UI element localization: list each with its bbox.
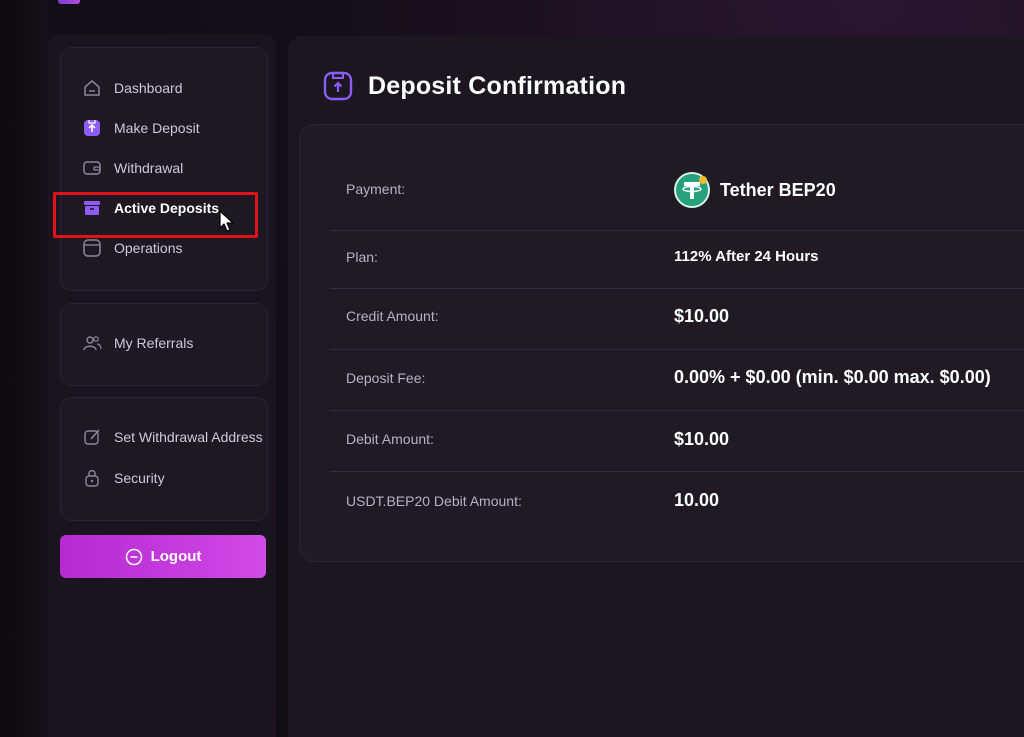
row-label: Debit Amount: <box>346 431 434 447</box>
tether-icon <box>674 172 710 208</box>
row-value: $10.00 <box>674 429 730 449</box>
page-title: Deposit Confirmation <box>368 71 627 100</box>
row-label: Plan: <box>346 249 378 265</box>
row-label: Credit Amount: <box>346 308 439 324</box>
row-value: 112% After 24 Hours <box>674 248 819 265</box>
nav-card-settings <box>60 397 268 521</box>
row-label: Deposit Fee: <box>346 370 426 386</box>
left-edge <box>0 0 48 737</box>
sidebar-item-my-referrals[interactable]: My Referrals <box>82 332 193 354</box>
logo[interactable] <box>58 0 80 4</box>
table-row: USDT.BEP20 Debit Amount: 10.00 <box>330 471 1024 531</box>
sidebar-item-label: Set Withdrawal Address <box>114 429 263 445</box>
sidebar-item-label: Make Deposit <box>114 120 200 136</box>
sidebar-item-make-deposit[interactable]: Make Deposit <box>82 117 200 139</box>
sidebar-item-label: My Referrals <box>114 335 194 351</box>
logout-button[interactable]: Logout <box>60 535 266 578</box>
table-row: Deposit Fee: 0.00% + $0.00 (min. $0.00 m… <box>330 349 1024 411</box>
table-row: Credit Amount: $10.00 <box>330 288 1024 350</box>
deposit-icon <box>323 71 353 101</box>
row-value: Tether BEP20 <box>674 172 836 208</box>
table-row: Plan: 112% After 24 Hours <box>330 230 1024 289</box>
deposit-icon <box>82 118 102 138</box>
row-value: $10.00 <box>674 306 730 326</box>
page-header: Deposit Confirmation <box>322 70 626 102</box>
sidebar-item-set-withdrawal-address[interactable]: Set Withdrawal Address <box>82 426 263 448</box>
payment-method: Tether BEP20 <box>720 179 836 200</box>
row-value: 10.00 <box>674 490 720 510</box>
logout-label: Logout <box>150 548 202 565</box>
sidebar-item-dashboard[interactable]: Dashboard <box>82 77 183 99</box>
top-bar <box>0 0 1024 30</box>
lock-icon <box>82 468 102 488</box>
operations-icon <box>82 238 102 258</box>
sidebar-item-label: Operations <box>114 240 183 256</box>
edit-icon <box>82 427 102 447</box>
wallet-icon <box>82 158 102 178</box>
row-value: 0.00% + $0.00 (min. $0.00 max. $0.00) <box>674 367 991 387</box>
logout-icon <box>125 548 142 565</box>
sidebar-item-label: Withdrawal <box>114 160 184 176</box>
sidebar-item-withdrawal[interactable]: Withdrawal <box>82 157 183 179</box>
row-label: Payment: <box>346 181 406 197</box>
table-row: Payment: Tether BEP20 <box>330 160 1024 231</box>
sidebar-item-security[interactable]: Security <box>82 467 165 489</box>
users-icon <box>82 333 102 353</box>
sidebar-item-operations[interactable]: Operations <box>82 237 182 259</box>
mouse-cursor-icon <box>219 210 234 232</box>
home-icon <box>82 78 102 98</box>
table-row: Debit Amount: $10.00 <box>330 410 1024 472</box>
sidebar-item-label: Dashboard <box>114 80 183 96</box>
sidebar-item-label: Security <box>114 470 165 486</box>
row-label: USDT.BEP20 Debit Amount: <box>346 493 522 509</box>
